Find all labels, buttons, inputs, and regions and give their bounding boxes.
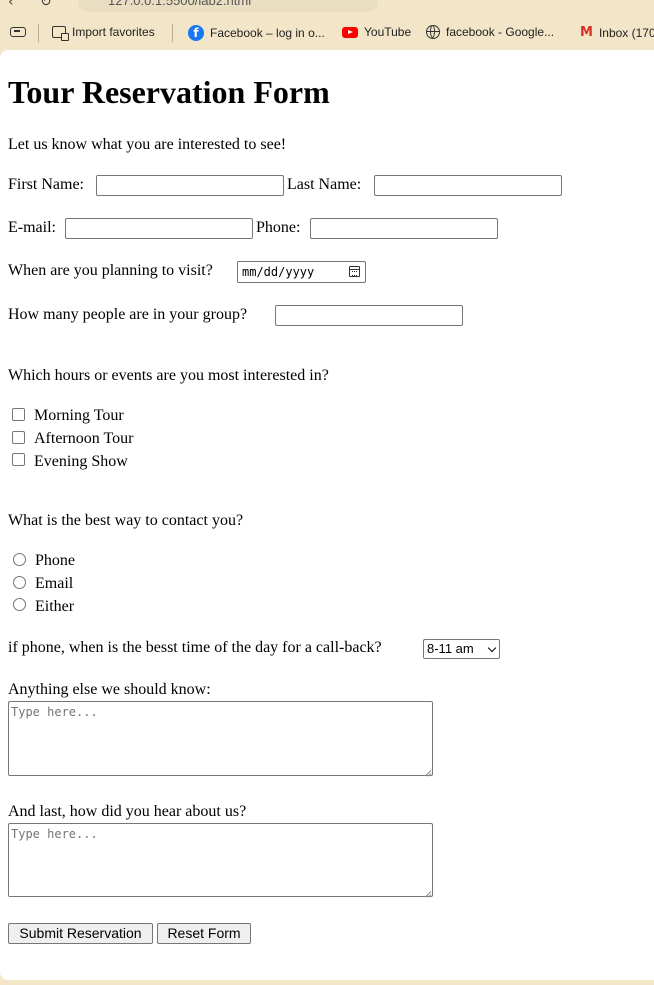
bookmark-facebook[interactable]: f Facebook – log in o... [188,25,325,41]
callback-time-label: if phone, when is the besst time of the … [8,639,382,656]
group-size-input[interactable] [275,305,463,326]
afternoon-tour-checkbox[interactable] [12,431,25,444]
contact-phone-label: Phone [35,552,75,569]
globe-icon [426,25,440,39]
bookmark-import-favorites[interactable]: Import favorites [52,25,155,41]
resize-handle-icon[interactable] [423,766,431,774]
page-viewport: Tour Reservation Form Let us know what y… [0,50,654,980]
bookmark-youtube[interactable]: YouTube [342,25,411,39]
bookmark-separator [38,24,39,42]
bookmark-label: YouTube [364,25,412,39]
refresh-icon[interactable]: ↻ [40,0,52,10]
phone-label: Phone: [256,219,301,236]
address-bar[interactable]: 127.0.0.1:5500/lab2.html [78,0,378,12]
events-question: Which hours or events are you most inter… [8,367,329,384]
bookmarks-bar: Import favorites f Facebook – log in o..… [0,14,654,50]
bookmark-label: Inbox (170 [598,25,654,40]
first-name-input[interactable] [96,175,284,196]
visit-date-input[interactable]: mm/dd/yyyy [237,261,366,283]
morning-tour-label: Morning Tour [34,407,124,424]
hear-about-us-textarea[interactable]: Type here... [8,823,433,897]
last-name-label: Last Name: [287,176,362,193]
contact-phone-radio[interactable] [13,553,26,566]
reading-list-button[interactable] [10,27,32,37]
anything-else-label: Anything else we should know: [8,681,211,698]
anything-else-textarea[interactable]: Type here... [8,701,433,776]
afternoon-tour-label: Afternoon Tour [34,430,134,447]
bookmark-gmail-inbox[interactable]: M Inbox (170 [580,25,654,40]
callback-time-value: 8-11 am [427,641,474,656]
bookmark-label: facebook - Google... [446,25,555,39]
submit-reservation-button[interactable]: Submit Reservation [8,923,153,944]
page-title: Tour Reservation Form [8,74,330,110]
contact-email-label: Email [35,575,74,592]
hear-about-us-placeholder: Type here... [11,827,98,841]
contact-question: What is the best way to contact you? [8,512,244,529]
contact-email-radio[interactable] [13,576,26,589]
email-label: E-mail: [8,219,56,236]
bookmark-facebook-google[interactable]: facebook - Google... [426,25,554,39]
callback-time-select[interactable]: 8-11 am [423,639,500,659]
phone-input[interactable] [310,218,498,239]
evening-show-checkbox[interactable] [12,453,25,466]
anything-else-placeholder: Type here... [11,705,98,719]
gmail-icon: M [580,25,593,40]
email-input[interactable] [65,218,253,239]
morning-tour-checkbox[interactable] [12,408,25,421]
youtube-icon [342,26,358,38]
contact-either-label: Either [35,598,75,615]
visit-date-label: When are you planning to visit? [8,262,213,279]
browser-address-strip: ‹ ↻ 127.0.0.1:5500/lab2.html [0,0,654,14]
reset-form-button[interactable]: Reset Form [157,923,251,944]
intro-text: Let us know what you are interested to s… [8,136,287,153]
reading-list-icon [10,27,26,37]
bookmark-separator [172,24,173,42]
calendar-icon[interactable] [349,266,360,277]
facebook-icon: f [188,25,204,41]
evening-show-label: Evening Show [34,453,128,470]
date-placeholder: mm/dd/yyyy [242,265,315,279]
last-name-input[interactable] [374,175,562,196]
first-name-label: First Name: [8,176,84,193]
bookmark-label: Import favorites [72,25,155,39]
back-arrow-icon[interactable]: ‹ [8,0,14,10]
chevron-down-icon [487,643,497,653]
import-favorites-icon [52,26,69,41]
bookmark-label: Facebook – log in o... [210,26,325,40]
contact-either-radio[interactable] [13,598,26,611]
group-size-label: How many people are in your group? [8,306,248,323]
resize-handle-icon[interactable] [423,887,431,895]
hear-about-us-label: And last, how did you hear about us? [8,803,247,820]
